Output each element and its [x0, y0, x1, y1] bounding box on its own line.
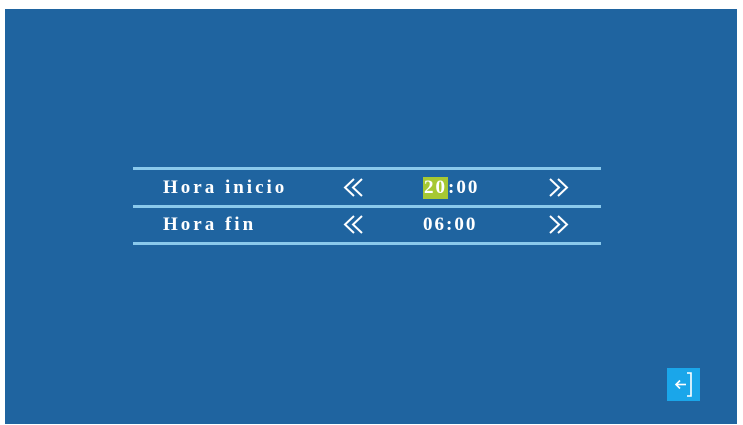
start-time-increment-button[interactable] [547, 171, 571, 204]
divider-line [133, 167, 601, 170]
double-chevron-left-icon [343, 215, 363, 234]
end-time-value[interactable]: 06:00 [423, 208, 477, 241]
exit-arrow-icon [674, 372, 692, 397]
start-time-label: Hora inicio [163, 177, 288, 198]
exit-button[interactable] [667, 368, 700, 401]
end-time-decrement-button[interactable] [341, 208, 365, 241]
start-time-value[interactable]: 20:00 [423, 171, 479, 204]
end-time-minute[interactable]: 00 [454, 208, 477, 241]
end-time-increment-button[interactable] [547, 208, 571, 241]
start-time-decrement-button[interactable] [341, 171, 365, 204]
start-time-hour[interactable]: 20 [423, 177, 448, 199]
time-settings-screen: Hora inicio 20:00 Hora fin 06:00 [5, 9, 737, 424]
start-time-minute[interactable]: 00 [456, 171, 479, 204]
double-chevron-left-icon [343, 178, 363, 197]
divider-line [133, 242, 601, 245]
start-time-row: Hora inicio 20:00 [133, 171, 601, 204]
double-chevron-right-icon [549, 178, 569, 197]
end-time-hour[interactable]: 06 [423, 208, 446, 241]
double-chevron-right-icon [549, 215, 569, 234]
end-time-row: Hora fin 06:00 [133, 208, 601, 241]
end-time-label: Hora fin [163, 214, 257, 235]
start-time-separator: : [448, 177, 457, 198]
end-time-separator: : [446, 214, 455, 235]
